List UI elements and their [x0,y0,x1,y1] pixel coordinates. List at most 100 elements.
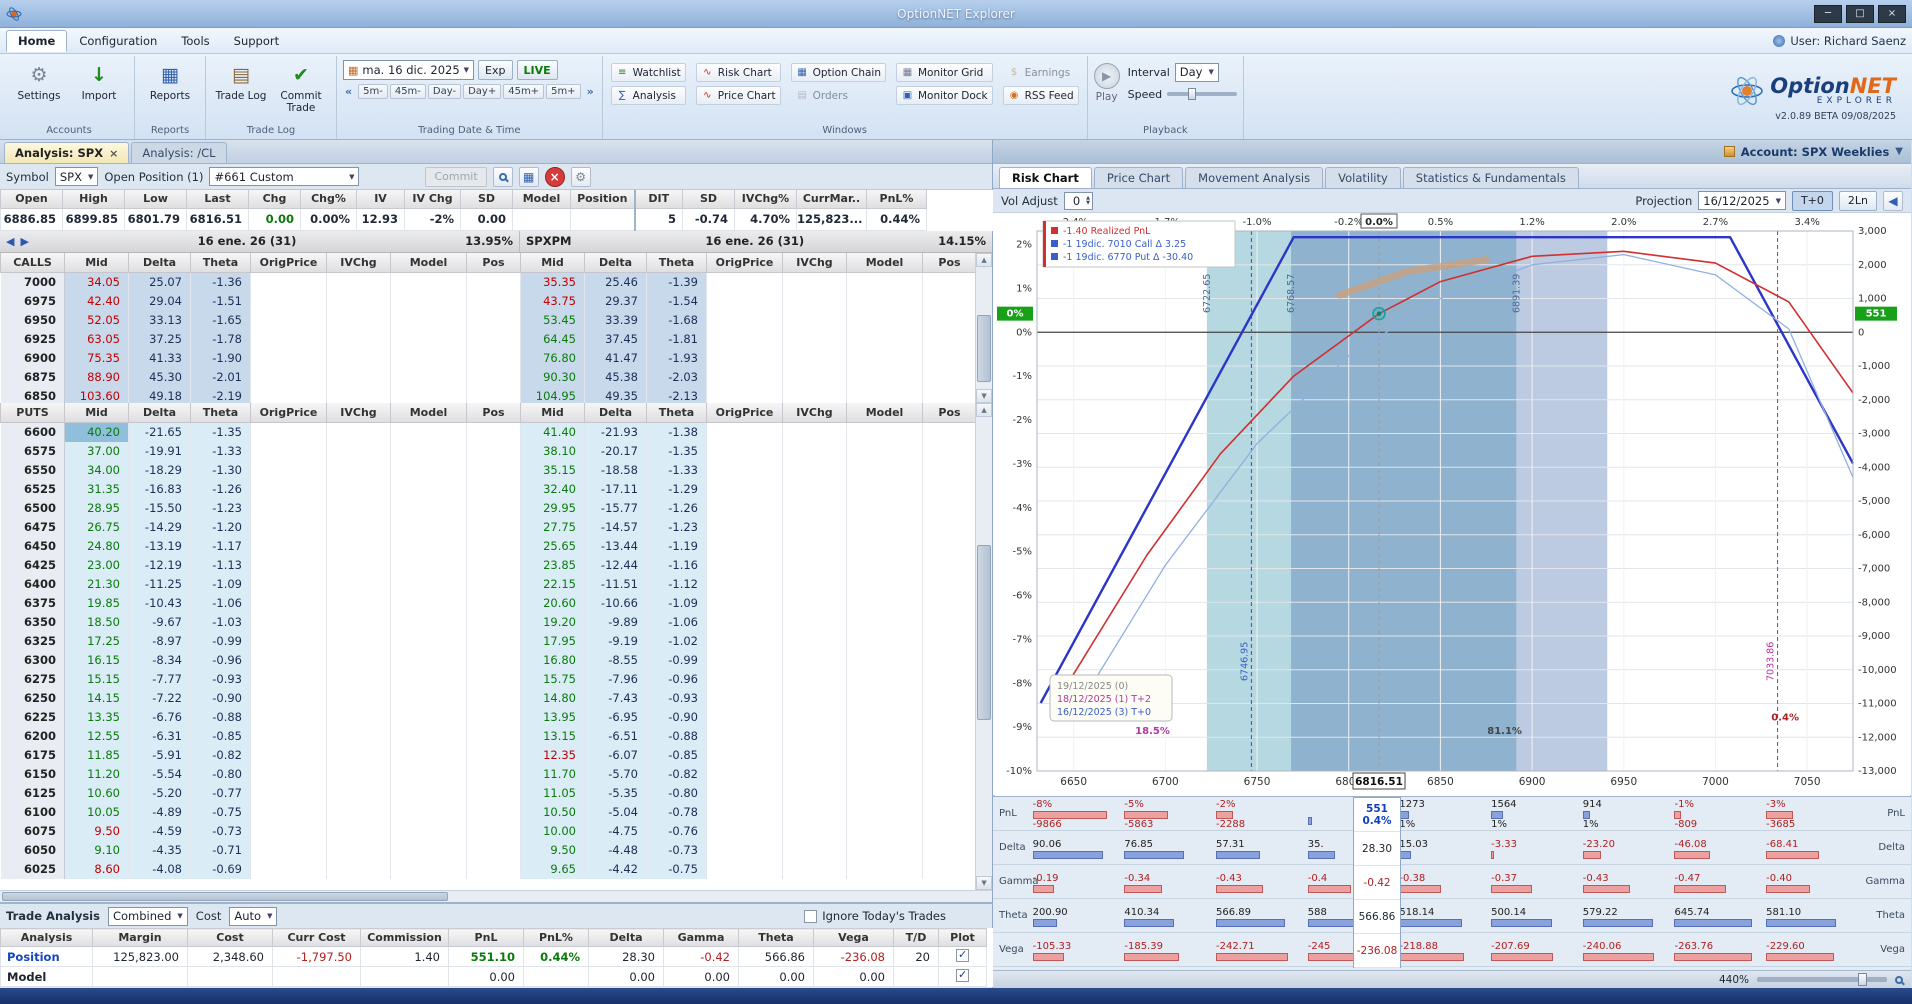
theta-cell[interactable]: -0.73 [646,841,707,860]
model-cell[interactable] [846,746,923,765]
model-cell[interactable] [390,272,467,292]
mid-cell[interactable]: 27.75 [520,518,585,537]
theta-cell[interactable]: -2.01 [190,368,251,387]
cost-mode-select[interactable]: Auto ▼ [229,906,278,926]
ivchg-cell[interactable] [782,613,847,632]
ivchg-cell[interactable] [326,461,391,480]
chain-row[interactable]: 6300 16.15 -8.34 -0.96 16.80 -8.55 -0.99 [0,651,976,670]
theta-cell[interactable]: -0.82 [190,746,251,765]
mid-cell[interactable]: 13.15 [520,727,585,746]
pos-cell[interactable] [466,480,521,499]
chain-row[interactable]: 6850 103.60 49.18 -2.19 104.95 49.35 -2.13 [0,387,976,403]
model-cell[interactable] [390,387,467,403]
pos-cell[interactable] [922,860,976,879]
ivchg-cell[interactable] [326,765,391,784]
ivchg-cell[interactable] [326,689,391,708]
pos-cell[interactable] [466,594,521,613]
mid-cell[interactable]: 38.10 [520,442,585,461]
theta-cell[interactable]: -1.26 [190,480,251,499]
mid-cell[interactable]: 19.20 [520,613,585,632]
time-nav-5m[interactable]: 5m- [358,84,388,99]
columns-icon[interactable]: ▦ [518,166,539,187]
window-toggle-watchlist[interactable]: ≡ Watchlist [610,63,686,82]
menu-home[interactable]: Home [6,29,68,52]
delta-cell[interactable]: -13.19 [128,537,191,556]
col-theta[interactable]: Theta [646,252,707,273]
mid-cell[interactable]: 21.30 [64,575,129,594]
pos-cell[interactable] [922,292,976,311]
model-cell[interactable] [846,461,923,480]
theta-cell[interactable]: -0.90 [190,689,251,708]
mid-cell[interactable]: 11.70 [520,765,585,784]
model-cell[interactable] [390,311,467,330]
theta-cell[interactable]: -1.03 [190,613,251,632]
chain-row[interactable]: 6900 75.35 41.33 -1.90 76.80 41.47 -1.93 [0,349,976,368]
pos-cell[interactable] [922,499,976,518]
ivchg-cell[interactable] [326,499,391,518]
chain-row[interactable]: 6275 15.15 -7.77 -0.93 15.75 -7.96 -0.96 [0,670,976,689]
settings-button[interactable]: ⚙ Settings [10,58,68,105]
delta-cell[interactable]: -11.25 [128,575,191,594]
mid-cell[interactable]: 28.95 [64,499,129,518]
chain-next-icon[interactable]: ▶ [20,235,28,248]
pos-cell[interactable] [466,803,521,822]
forward-icon[interactable]: » [585,85,596,98]
mid-cell[interactable]: 26.75 [64,518,129,537]
time-nav-45m[interactable]: 45m- [389,84,426,99]
delta-cell[interactable]: -15.50 [128,499,191,518]
pos-cell[interactable] [922,746,976,765]
model-cell[interactable] [846,784,923,803]
model-cell[interactable] [846,632,923,651]
pos-cell[interactable] [466,272,521,292]
delta-cell[interactable]: 45.38 [584,368,647,387]
col-origprice[interactable]: OrigPrice [250,402,327,423]
origprice-cell[interactable] [250,727,327,746]
model-cell[interactable] [846,480,923,499]
mid-cell[interactable]: 18.50 [64,613,129,632]
time-nav-day[interactable]: Day+ [463,84,502,99]
ivchg-cell[interactable] [326,860,391,879]
origprice-cell[interactable] [250,651,327,670]
slider-thumb[interactable] [1858,973,1868,986]
mid-cell[interactable]: 10.50 [520,803,585,822]
tab-volatility[interactable]: Volatility [1325,167,1401,188]
model-cell[interactable] [390,746,467,765]
import-button[interactable]: ↓ Import [70,58,128,105]
origprice-cell[interactable] [250,822,327,841]
ivchg-cell[interactable] [326,556,391,575]
model-cell[interactable] [846,292,923,311]
mid-cell[interactable]: 24.80 [64,537,129,556]
mid-cell[interactable]: 76.80 [520,349,585,368]
model-cell[interactable] [846,841,923,860]
mid-cell[interactable]: 14.80 [520,689,585,708]
origprice-cell[interactable] [250,746,327,765]
origprice-cell[interactable] [706,784,783,803]
pos-cell[interactable] [466,518,521,537]
exp-button[interactable]: Exp [478,60,513,80]
ivchg-cell[interactable] [326,670,391,689]
col-pos[interactable]: Pos [922,402,976,423]
theta-cell[interactable]: -1.06 [646,613,707,632]
ivchg-cell[interactable] [326,841,391,860]
chain-row[interactable]: 6950 52.05 33.13 -1.65 53.45 33.39 -1.68 [0,311,976,330]
model-cell[interactable] [390,670,467,689]
mid-cell[interactable]: 17.25 [64,632,129,651]
ivchg-cell[interactable] [326,651,391,670]
window-toggle-rss-feed[interactable]: ◉ RSS Feed [1002,86,1079,105]
window-toggle-analysis[interactable]: ∑ Analysis [610,86,686,105]
delta-cell[interactable]: -10.66 [584,594,647,613]
origprice-cell[interactable] [250,765,327,784]
ivchg-cell[interactable] [782,422,847,442]
mid-cell[interactable]: 25.65 [520,537,585,556]
ivchg-cell[interactable] [326,575,391,594]
mid-cell[interactable]: 29.95 [520,499,585,518]
chain-row[interactable]: 6175 11.85 -5.91 -0.82 12.35 -6.07 -0.85 [0,746,976,765]
theta-cell[interactable]: -0.85 [646,746,707,765]
ivchg-cell[interactable] [782,330,847,349]
pos-cell[interactable] [466,784,521,803]
pos-cell[interactable] [922,670,976,689]
delta-cell[interactable]: -9.67 [128,613,191,632]
origprice-cell[interactable] [706,727,783,746]
col-ivchg[interactable]: IVChg [326,252,391,273]
chain-row[interactable]: 6150 11.20 -5.54 -0.80 11.70 -5.70 -0.82 [0,765,976,784]
